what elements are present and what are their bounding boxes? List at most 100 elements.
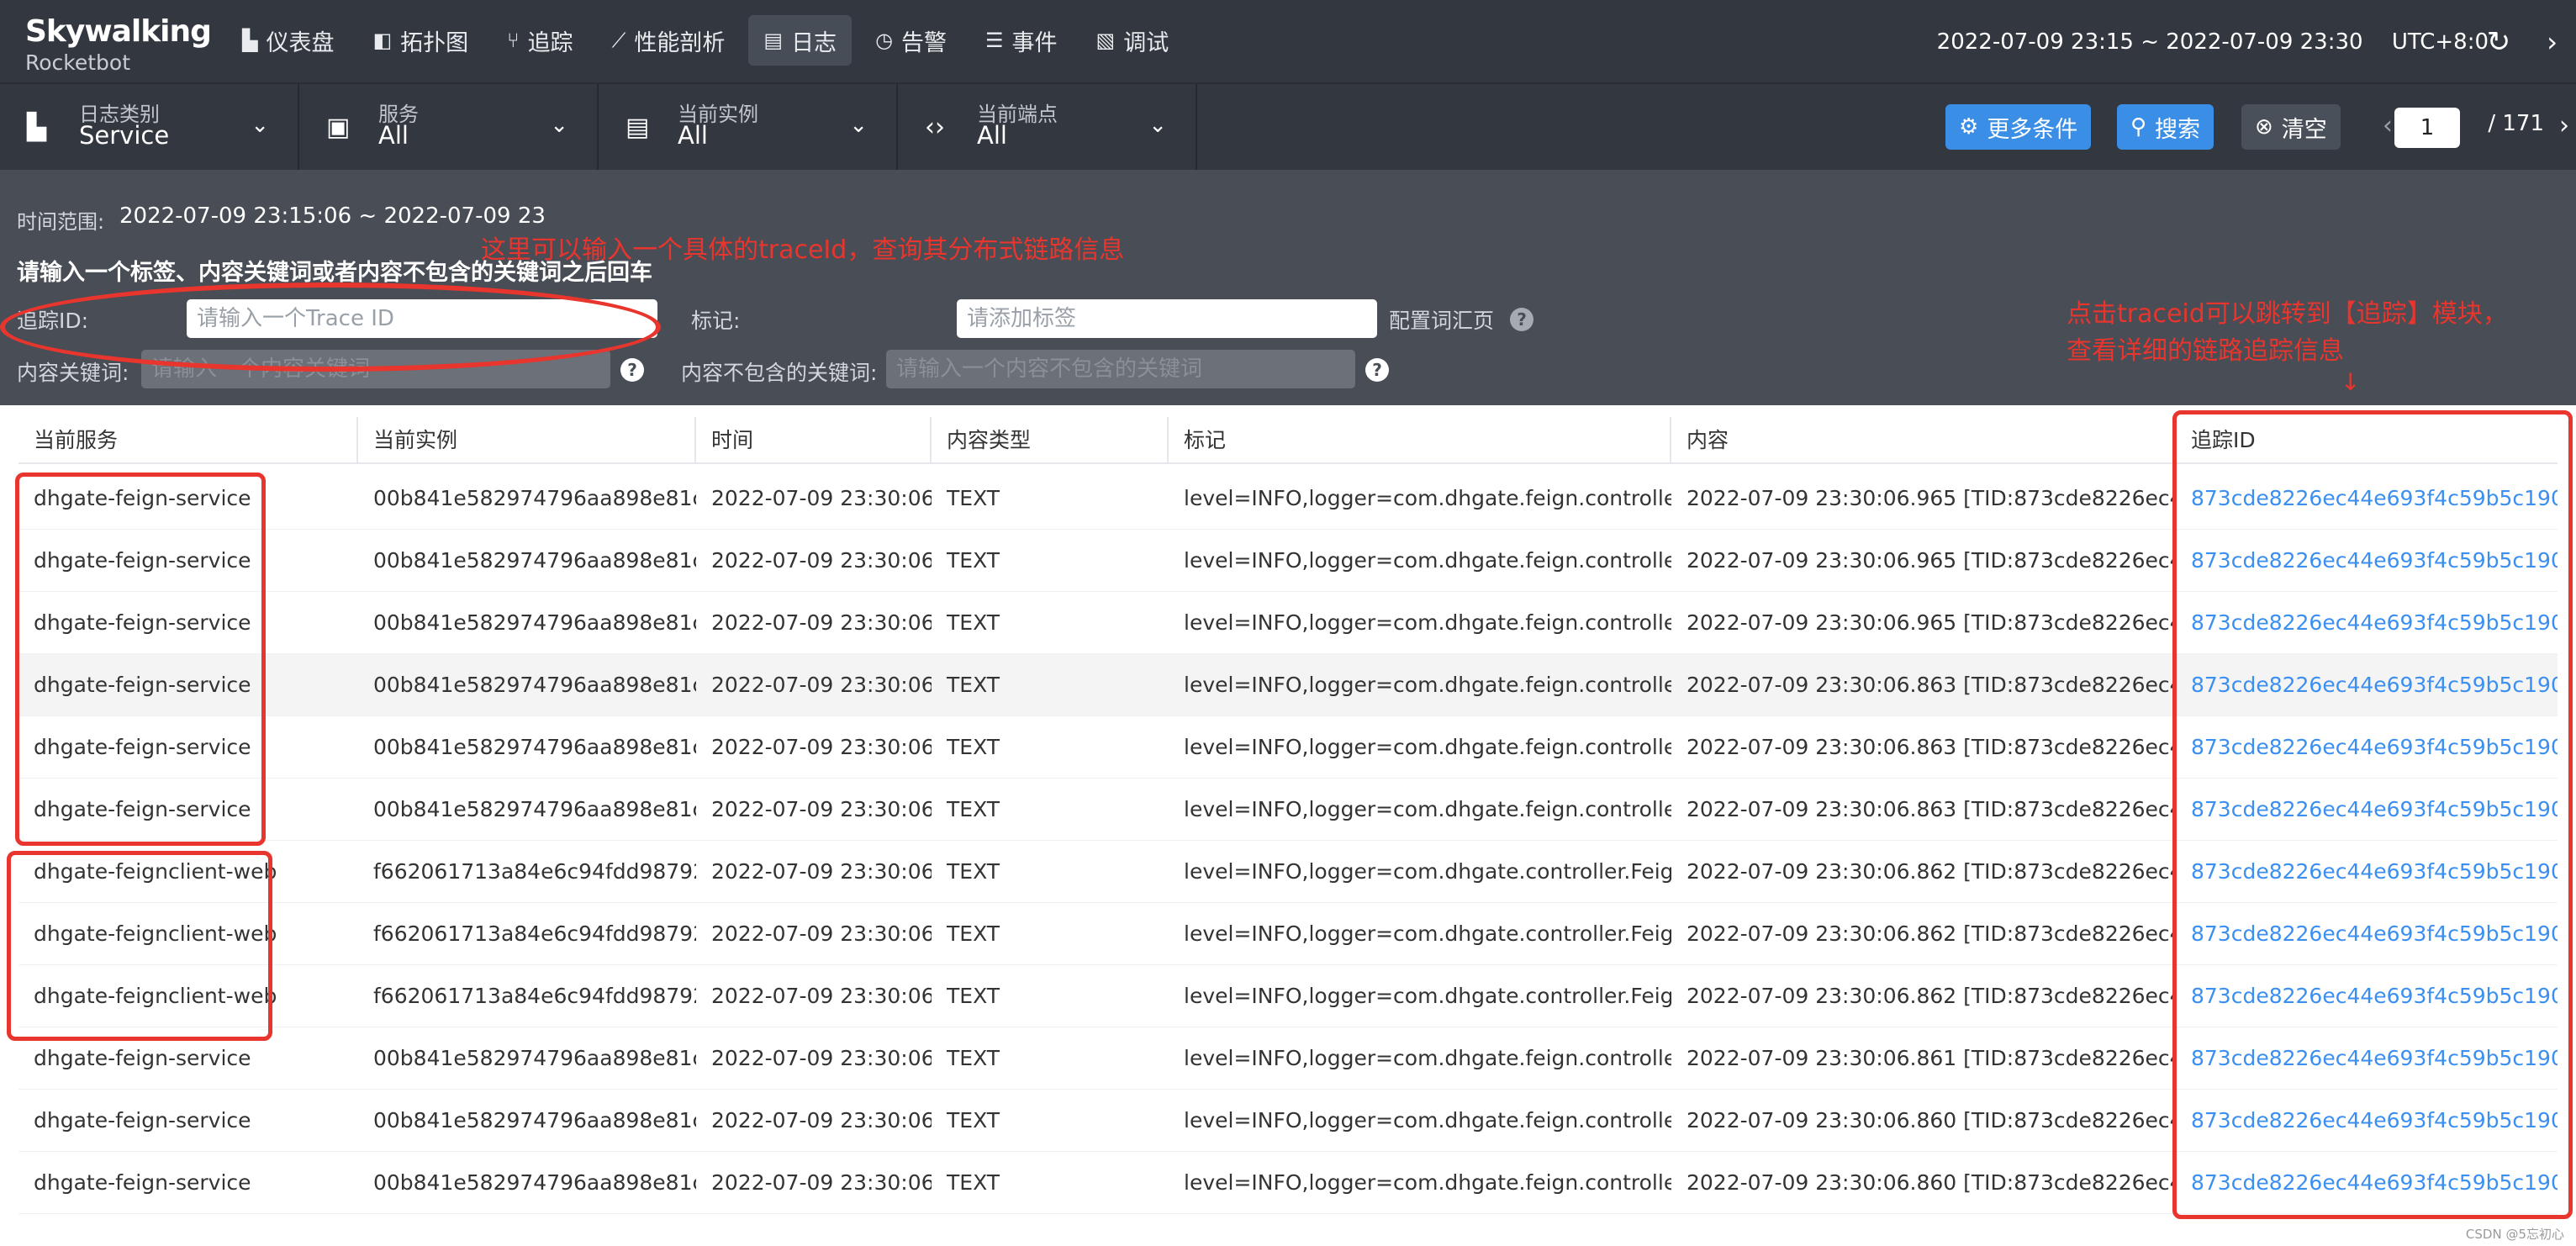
cell-instance: f662061713a84e6c94fdd98792... (373, 921, 696, 946)
log-category-select[interactable]: ▙ 日志类别 Service ⌄ (0, 84, 299, 172)
cell-tags: level=INFO,logger=com.dhgate.feign.contr… (1184, 610, 1671, 635)
nav-item-label: 性能剖析 (634, 29, 726, 56)
more-conditions-button[interactable]: ⚙ 更多条件 (1945, 104, 2092, 150)
clear-button[interactable]: ⊗ 清空 (2241, 104, 2341, 150)
cell-instance: 00b841e582974796aa898e81c1... (373, 1046, 696, 1070)
cell-content-type: TEXT (947, 921, 1000, 946)
cell-content: 2022-07-09 23:30:06.965 [TID:873cde8226e… (1687, 610, 2176, 635)
cell-content: 2022-07-09 23:30:06.863 [TID:873cde8226e… (1687, 735, 2176, 759)
endpoint-select[interactable]: ‹› 当前端点 All ⌄ (898, 84, 1197, 172)
nav-item-label: 追踪 (527, 29, 573, 56)
timezone-text: UTC+8:0 (2391, 29, 2489, 55)
cell-instance: 00b841e582974796aa898e81c1... (373, 673, 696, 697)
cell-time: 2022-07-09 23:30:06 (711, 610, 932, 635)
nav-item-debug[interactable]: ▧ 调试 (1081, 15, 1185, 66)
cell-instance: 00b841e582974796aa898e81c1... (373, 486, 696, 510)
traceid-annotation-line2: 查看详细的链路追踪信息 (2067, 336, 2344, 366)
vocab-label[interactable]: 配置词汇页 (1389, 304, 1494, 335)
service-select[interactable]: ▣ 服务 All ⌄ (299, 84, 599, 172)
topology-icon: ◧ (372, 29, 393, 52)
instance-value: All (678, 121, 708, 150)
cell-content-type: TEXT (947, 1170, 1000, 1195)
nav-item-dashboard[interactable]: ▙ 仪表盘 (227, 15, 349, 66)
time-range-value[interactable]: 2022-07-09 23:15:06 ~ 2022-07-09 23 (119, 203, 546, 229)
traceid-annotation-line1: 点击traceid可以跳转到【追踪】模块， (2067, 299, 2508, 329)
nav-item-event[interactable]: ☰ 事件 (970, 15, 1073, 66)
service-value: All (378, 121, 409, 150)
cell-content: 2022-07-09 23:30:06.863 [TID:873cde8226e… (1687, 673, 2176, 697)
exclude-keyword-input[interactable]: 请输入一个内容不包含的关键词 (886, 350, 1355, 388)
chevron-right-icon[interactable]: › (2559, 111, 2569, 140)
cell-content-type: TEXT (947, 1046, 1000, 1070)
trace-input-highlight-ellipse (0, 282, 661, 372)
cell-content: 2022-07-09 23:30:06.863 [TID:873cde8226e… (1687, 797, 2176, 821)
help-icon[interactable]: ? (1510, 308, 1533, 331)
nav-item-profile[interactable]: ⟋ 性能剖析 (597, 15, 741, 66)
nav-item-trace[interactable]: ⑂ 追踪 (492, 15, 588, 66)
cell-content: 2022-07-09 23:30:06.862 [TID:873cde8226e… (1687, 984, 2176, 1008)
cell-instance: 00b841e582974796aa898e81c1... (373, 735, 696, 759)
server-icon: ▤ (626, 113, 650, 142)
filter-bar: ▙ 日志类别 Service ⌄ ▣ 服务 All ⌄ ▤ 当前实例 All ⌄… (0, 82, 2576, 172)
nav-item-log[interactable]: ▤ 日志 (748, 15, 853, 66)
cell-tags: level=INFO,logger=com.dhgate.feign.contr… (1184, 1108, 1671, 1132)
keyword-label: 内容关键词: (17, 361, 129, 385)
page-number-input[interactable]: 1 (2394, 108, 2460, 148)
main-nav: ▙ 仪表盘 ◧ 拓扑图 ⑂ 追踪 ⟋ 性能剖析 ▤ 日志 ◷ 告警 ☰ 事件 ▧ 调试 (227, 15, 1192, 66)
cell-content: 2022-07-09 23:30:06.965 [TID:873cde8226e… (1687, 486, 2176, 510)
more-conditions-label: 更多条件 (1987, 116, 2078, 143)
nav-item-alarm[interactable]: ◷ 告警 (860, 15, 962, 66)
cell-content: 2022-07-09 23:30:06.861 [TID:873cde8226e… (1687, 1046, 2176, 1070)
app-logo[interactable]: Skywalking Rocketbot (25, 14, 212, 76)
cell-content-type: TEXT (947, 486, 1000, 510)
chevron-right-icon[interactable]: › (2547, 25, 2558, 59)
traceid-column-highlight-box (2172, 410, 2573, 1219)
feign-service-highlight-box (15, 473, 266, 846)
help-icon[interactable]: ? (1365, 358, 1389, 382)
cell-tags: level=INFO,logger=com.dhgate.feign.contr… (1184, 486, 1671, 510)
cell-content: 2022-07-09 23:30:06.860 [TID:873cde8226e… (1687, 1170, 2176, 1195)
code-icon: ‹› (925, 113, 945, 142)
arrow-down-icon: ↓ (2341, 368, 2361, 396)
nav-item-label: 调试 (1123, 29, 1169, 56)
cell-tags: level=INFO,logger=com.dhgate.controller.… (1184, 859, 1671, 884)
cell-instance: f662061713a84e6c94fdd98792... (373, 859, 696, 884)
watermark: CSDN @5忘初心 (2465, 1227, 2564, 1242)
tags-input[interactable]: 请添加标签 (957, 299, 1377, 338)
time-range-text: 2022-07-09 23:15 ~ 2022-07-09 23:30 (1936, 29, 2363, 55)
cell-instance: 00b841e582974796aa898e81c1... (373, 1170, 696, 1195)
cell-time: 2022-07-09 23:30:06 (711, 1170, 932, 1195)
close-circle-icon: ⊗ (2255, 114, 2273, 140)
chevron-left-icon[interactable]: ‹ (2383, 111, 2393, 140)
trace-icon: ⑂ (507, 29, 520, 52)
cell-time: 2022-07-09 23:30:06 (711, 1108, 932, 1132)
nav-item-label: 日志 (791, 29, 837, 56)
column-header-time: 时间 (696, 417, 932, 464)
column-header-content: 内容 (1671, 417, 2176, 464)
nav-item-label: 拓扑图 (400, 29, 469, 56)
nav-item-label: 仪表盘 (266, 29, 335, 56)
search-label: 搜索 (2155, 116, 2201, 143)
cell-time: 2022-07-09 23:30:06 (711, 673, 932, 697)
refresh-icon[interactable]: ↻ (2482, 25, 2515, 59)
cell-content-type: TEXT (947, 797, 1000, 821)
cell-tags: level=INFO,logger=com.dhgate.feign.contr… (1184, 797, 1671, 821)
event-icon: ☰ (985, 29, 1004, 52)
cell-content: 2022-07-09 23:30:06.965 [TID:873cde8226e… (1687, 548, 2176, 573)
logo-title: Skywalking (25, 14, 212, 49)
cell-content-type: TEXT (947, 735, 1000, 759)
time-range-display[interactable]: 2022-07-09 23:15 ~ 2022-07-09 23:30 UTC+… (1937, 24, 2489, 61)
cell-tags: level=INFO,logger=com.dhgate.feign.contr… (1184, 735, 1671, 759)
scroll-fade (0, 1221, 2576, 1246)
instance-select[interactable]: ▤ 当前实例 All ⌄ (599, 84, 898, 172)
help-icon[interactable]: ? (620, 358, 644, 382)
search-button[interactable]: ⚲ 搜索 (2117, 104, 2214, 150)
feignclient-web-highlight-box (7, 851, 272, 1041)
cell-content-type: TEXT (947, 984, 1000, 1008)
chart-icon: ▙ (27, 113, 47, 142)
column-header-tags: 标记 (1169, 417, 1671, 464)
tags-label: 标记: (691, 309, 741, 333)
endpoint-value: All (977, 121, 1007, 150)
nav-item-topology[interactable]: ◧ 拓扑图 (357, 15, 483, 66)
log-icon: ▤ (763, 29, 784, 52)
